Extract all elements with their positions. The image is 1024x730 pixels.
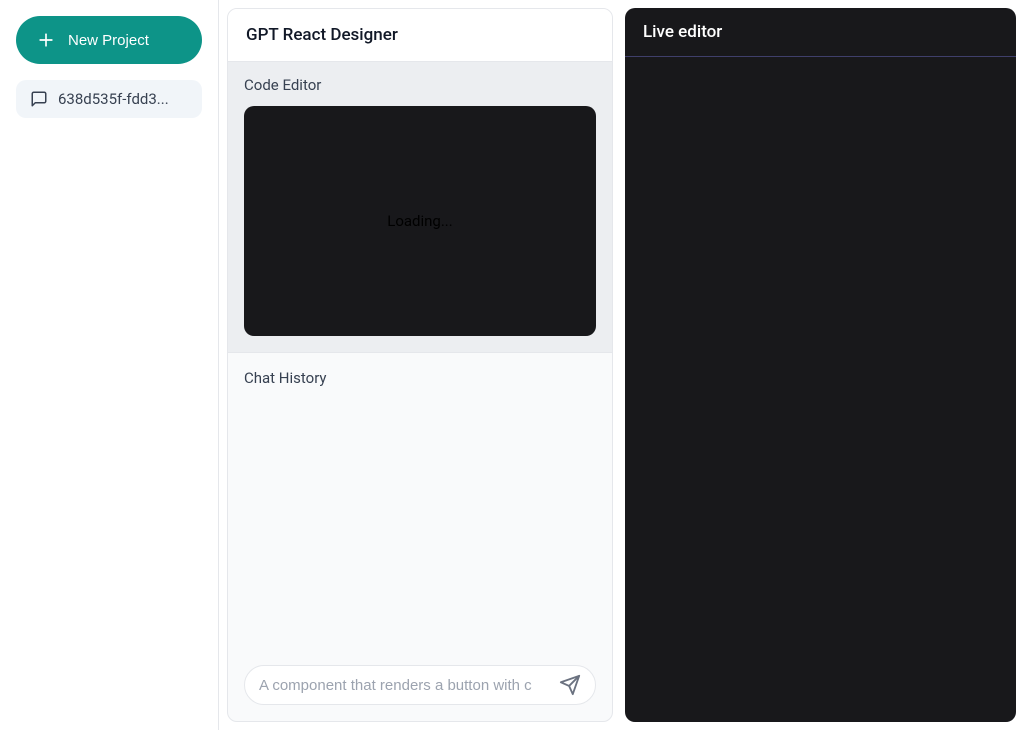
chat-input[interactable]: [259, 677, 551, 694]
send-button[interactable]: [559, 674, 581, 696]
chat-history-body: [244, 387, 596, 665]
new-project-button[interactable]: New Project: [16, 16, 202, 64]
chat-history-label: Chat History: [244, 369, 596, 387]
chat-input-container: [244, 665, 596, 705]
chat-icon: [30, 90, 48, 108]
chat-section: Chat History: [228, 353, 612, 721]
sidebar: New Project 638d535f-fdd3...: [0, 0, 219, 730]
center-panel: GPT React Designer Code Editor Loading..…: [227, 8, 613, 722]
main-area: GPT React Designer Code Editor Loading..…: [219, 0, 1024, 730]
preview-title: Live editor: [625, 8, 1016, 57]
code-editor[interactable]: Loading...: [244, 106, 596, 336]
code-editor-status: Loading...: [387, 212, 452, 230]
sidebar-item-project[interactable]: 638d535f-fdd3...: [16, 80, 202, 118]
page-title: GPT React Designer: [228, 9, 612, 62]
send-icon: [559, 674, 581, 696]
project-item-label: 638d535f-fdd3...: [58, 90, 169, 108]
code-editor-label: Code Editor: [244, 76, 596, 94]
plus-icon: [36, 30, 56, 50]
preview-body[interactable]: [625, 57, 1016, 722]
preview-panel: Live editor: [625, 8, 1016, 722]
new-project-label: New Project: [68, 32, 149, 49]
code-editor-section: Code Editor Loading...: [228, 62, 612, 353]
